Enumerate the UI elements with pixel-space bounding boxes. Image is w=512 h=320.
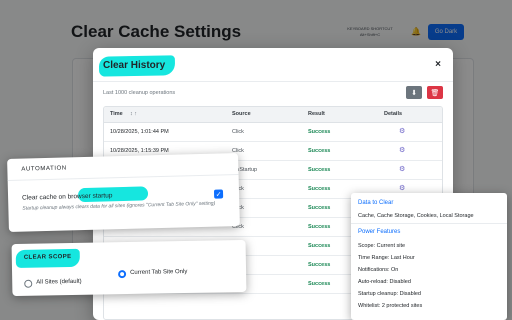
sort-icon[interactable]: ↕ ↑ xyxy=(130,111,137,117)
radio-all-sites-label[interactable]: All Sites (default) xyxy=(36,279,81,286)
power-feature-line: Startup cleanup: Disabled xyxy=(358,291,421,297)
result-cell: Success xyxy=(308,224,331,230)
time-cell: 10/28/2025, 1:15:39 PM xyxy=(110,148,169,154)
result-cell: Success xyxy=(308,262,331,268)
radio-current-tab[interactable] xyxy=(118,270,127,279)
result-cell: Success xyxy=(308,148,331,154)
close-icon[interactable]: × xyxy=(435,59,441,70)
download-button[interactable]: ⬇ xyxy=(406,86,422,99)
startup-label-highlight: browser startup xyxy=(67,192,113,201)
table-row: 10/28/2025, 1:01:44 PM Click Success ⚙ xyxy=(104,123,442,142)
startup-cleanup-checkbox[interactable]: ✓ xyxy=(213,189,224,199)
result-cell: Success xyxy=(308,129,331,135)
scope-title: CLEAR SCOPE xyxy=(23,254,72,261)
details-icon[interactable]: ⚙ xyxy=(399,146,405,154)
power-feature-line: Scope: Current site xyxy=(358,243,406,249)
summary-panel: Data to Clear Cache, Cache Storage, Cook… xyxy=(351,193,507,320)
power-features-heading: Power Features xyxy=(358,229,401,235)
trash-icon: 🗑 xyxy=(430,89,440,97)
startup-cleanup-description: Startup cleanup always clears data for a… xyxy=(22,200,216,212)
radio-all-sites[interactable] xyxy=(24,279,33,288)
automation-header: AUTOMATION xyxy=(7,152,239,182)
time-cell: 10/28/2025, 1:01:44 PM xyxy=(110,129,169,135)
modal-header: Clear History × xyxy=(93,48,453,82)
col-time[interactable]: Time xyxy=(110,111,123,117)
table-header: Time ↕ ↑ Source Result Details xyxy=(104,107,442,123)
result-cell: Success xyxy=(308,167,331,173)
power-feature-line: Time Range: Last Hour xyxy=(358,255,415,261)
result-cell: Success xyxy=(308,281,331,287)
data-to-clear-text: Cache, Cache Storage, Cookies, Local Sto… xyxy=(358,213,474,219)
download-icon: ⬇ xyxy=(411,89,417,97)
radio-current-tab-label[interactable]: Current Tab Site Only xyxy=(130,269,187,276)
col-details: Details xyxy=(384,111,403,117)
col-source: Source xyxy=(232,111,251,117)
result-cell: Success xyxy=(308,205,331,211)
clear-scope-card: CLEAR SCOPE All Sites (default) Current … xyxy=(11,239,247,297)
result-cell: Success xyxy=(308,186,331,192)
divider xyxy=(351,223,507,224)
details-icon[interactable]: ⚙ xyxy=(399,184,405,192)
power-feature-line: Whitelist: 2 protected sites xyxy=(358,303,423,309)
history-subtitle: Last 1000 cleanup operations xyxy=(103,90,176,96)
modal-title: Clear History xyxy=(103,60,166,71)
automation-title: AUTOMATION xyxy=(21,165,67,173)
col-result: Result xyxy=(308,111,325,117)
startup-label-prefix: Clear cache on xyxy=(22,193,68,202)
details-icon[interactable]: ⚙ xyxy=(399,127,405,135)
power-feature-line: Auto-reload: Disabled xyxy=(358,279,411,285)
automation-card: AUTOMATION Clear cache on browser startu… xyxy=(7,152,240,233)
result-cell: Success xyxy=(308,243,331,249)
power-feature-line: Notifications: On xyxy=(358,267,399,273)
data-to-clear-heading: Data to Clear xyxy=(358,200,394,206)
delete-button[interactable]: 🗑 xyxy=(427,86,443,99)
source-cell: Click xyxy=(232,129,244,135)
details-icon[interactable]: ⚙ xyxy=(399,165,405,173)
